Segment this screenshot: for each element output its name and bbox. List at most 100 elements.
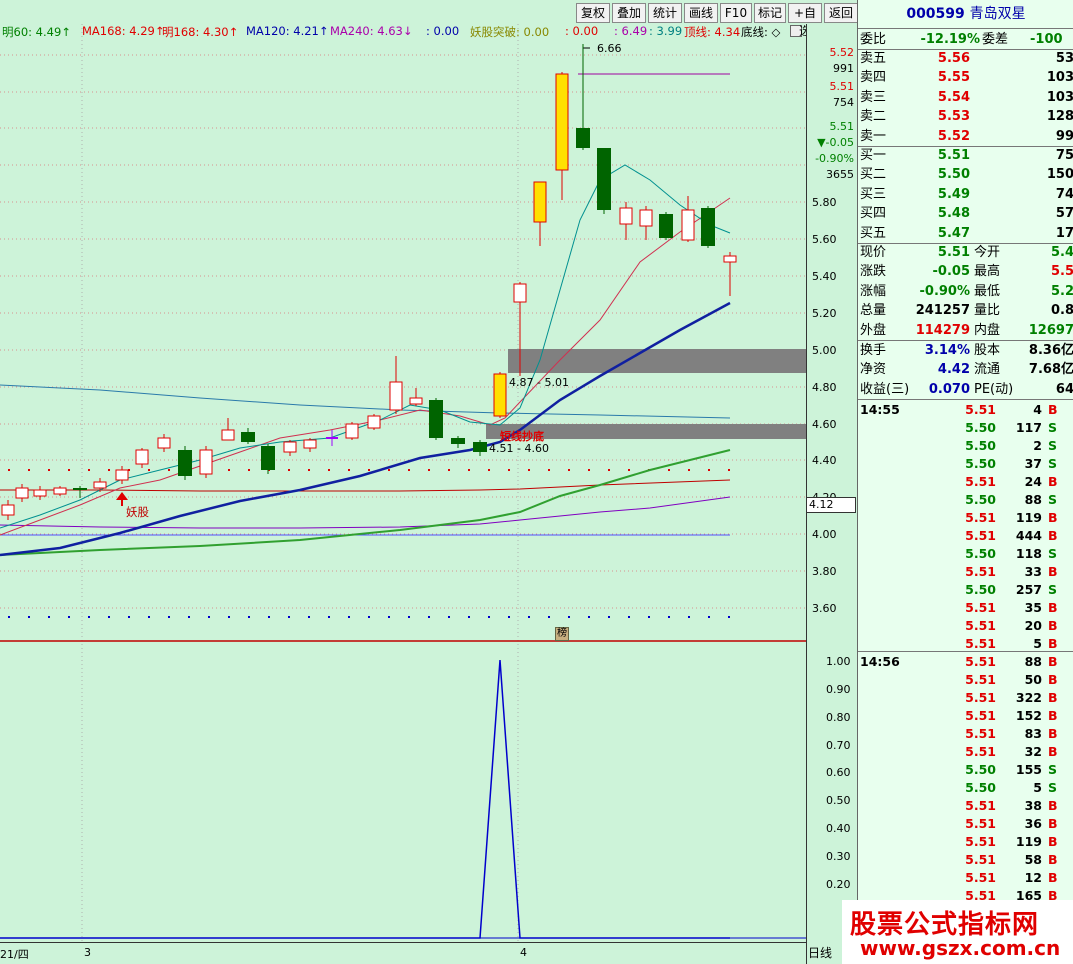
toolbar-button-5[interactable]: 标记	[754, 3, 786, 23]
tick-price: 5.51	[965, 600, 996, 615]
dot-top	[528, 469, 530, 471]
dot-bottom	[388, 616, 390, 618]
orderbook-row[interactable]: 卖四 5.55 103	[858, 68, 1073, 87]
tick-price: 5.50	[965, 420, 996, 435]
tick-row: 5.51 32 B	[858, 743, 1073, 761]
dot-bottom	[168, 616, 170, 618]
orderbook-volume: 53	[1055, 51, 1073, 66]
dot-bottom	[668, 616, 670, 618]
fund-value: 3.14%	[924, 343, 970, 358]
orderbook-row[interactable]: 买四 5.48 57	[858, 204, 1073, 223]
tick-price: 5.51	[965, 870, 996, 885]
orderbook-row[interactable]: 买一 5.51 75	[858, 146, 1073, 165]
zone-label: 短线抄底	[500, 430, 544, 443]
tick-price: 5.51	[965, 474, 996, 489]
orderbook-row[interactable]: 卖三 5.54 103	[858, 88, 1073, 107]
tick-volume: 4	[1033, 402, 1042, 417]
orderbook-label: 买二	[860, 167, 887, 183]
indicator-8: : 6.49	[614, 24, 648, 38]
tick-price: 5.51	[965, 816, 996, 831]
dot-bottom	[528, 616, 530, 618]
toolbar-button-0[interactable]: 复权	[576, 3, 610, 23]
quote-value: 241257	[915, 303, 970, 319]
tick-direction: B	[1048, 510, 1058, 525]
fund-label: 股本	[974, 343, 1001, 358]
price-tick: 5.40	[812, 270, 837, 283]
candle-body	[389, 381, 403, 411]
high-label: 6.66	[597, 42, 622, 55]
orderbook-row[interactable]: 卖一 5.52 99	[858, 127, 1073, 146]
info-value: 3655	[826, 168, 854, 181]
indicator-1: MA168: 4.29↑	[82, 24, 165, 38]
toolbar-button-1[interactable]: 叠加	[612, 3, 646, 23]
tick-price: 5.51	[965, 708, 996, 723]
buy-arrow-icon	[116, 492, 128, 500]
quote-panel: 000599 青岛双星 委比 -12.19% 委差 -100 卖五 5.56 53 卖…	[857, 0, 1073, 964]
dot-top	[308, 469, 310, 471]
tick-row: 5.50 257 S	[858, 581, 1073, 599]
tick-row: 5.50 88 S	[858, 491, 1073, 509]
tick-price: 5.51	[965, 672, 996, 687]
candle-body	[15, 487, 29, 499]
candle-body	[93, 481, 107, 489]
orderbook-price: 5.53	[937, 109, 970, 125]
tick-direction: B	[1048, 618, 1058, 633]
candle-body	[473, 442, 487, 452]
orderbook-row[interactable]: 卖二 5.53 128	[858, 107, 1073, 126]
info-value: 754	[833, 96, 854, 109]
info-value: 991	[833, 62, 854, 75]
toolbar-button-7[interactable]: 返回	[824, 3, 858, 23]
orderbook-volume: 103	[1046, 70, 1073, 86]
quote-row: 涨跌 -0.05 最高 5.5	[858, 262, 1073, 281]
tick-volume: 37	[1024, 456, 1042, 471]
fund-value: 64	[1055, 381, 1073, 397]
indicator-7: : 0.00	[565, 24, 599, 38]
tick-volume: 2	[1033, 438, 1042, 453]
dot-bottom	[408, 616, 410, 618]
tick-volume: 88	[1024, 492, 1042, 507]
dot-bottom	[588, 616, 590, 618]
toolbar-button-2[interactable]: 统计	[648, 3, 682, 23]
dot-top	[28, 469, 30, 471]
candle-body	[533, 181, 547, 223]
candle-body	[221, 429, 235, 441]
quote-value: -0.90%	[919, 283, 971, 299]
indicator-legend: 明60: 4.49↑ MA168: 4.29↑ 明168: 4.30↑ MA120: …	[0, 24, 806, 40]
quote-value: 0.8	[1050, 303, 1073, 319]
quote-label: 内盘	[974, 322, 1001, 338]
tick-volume: 88	[1024, 654, 1042, 669]
orderbook-label: 买三	[860, 186, 887, 202]
orderbook-label: 买一	[860, 148, 887, 163]
dot-bottom	[708, 616, 710, 618]
dot-top	[228, 469, 230, 471]
dot-top	[328, 469, 330, 471]
tick-direction: B	[1048, 600, 1058, 615]
toolbar-button-4[interactable]: F10	[720, 3, 752, 23]
signal-line	[0, 659, 730, 939]
tick-direction: S	[1048, 492, 1058, 507]
orderbook-row[interactable]: 买五 5.47 17	[858, 224, 1073, 243]
dot-bottom	[308, 616, 310, 618]
toolbar-button-3[interactable]: 画线	[684, 3, 718, 23]
dot-top	[668, 469, 670, 471]
orderbook-row[interactable]: 卖五 5.56 53	[858, 49, 1073, 68]
tick-direction: S	[1048, 780, 1058, 795]
quote-row: 现价 5.51 今开 5.4	[858, 243, 1073, 262]
orderbook-label: 卖五	[860, 51, 887, 66]
dot-bottom	[228, 616, 230, 618]
kline-chart[interactable]	[0, 0, 806, 964]
quote-row: 涨幅 -0.90% 最低 5.2	[858, 282, 1073, 301]
quote-value: 114279	[915, 322, 970, 338]
candle-body	[303, 439, 317, 449]
orderbook-row[interactable]: 买二 5.50 150	[858, 165, 1073, 184]
tick-price: 5.50	[965, 456, 996, 471]
tick-volume: 12	[1024, 870, 1042, 885]
orderbook-label: 卖二	[860, 109, 887, 125]
info-value: 5.51	[829, 80, 855, 93]
orderbook-row[interactable]: 买三 5.49 74	[858, 185, 1073, 204]
dot-bottom	[628, 616, 630, 618]
orderbook-label: 卖三	[860, 89, 887, 105]
dot-bottom	[508, 616, 510, 618]
dot-top	[508, 469, 510, 471]
toolbar-button-6[interactable]: +自选	[788, 3, 822, 38]
